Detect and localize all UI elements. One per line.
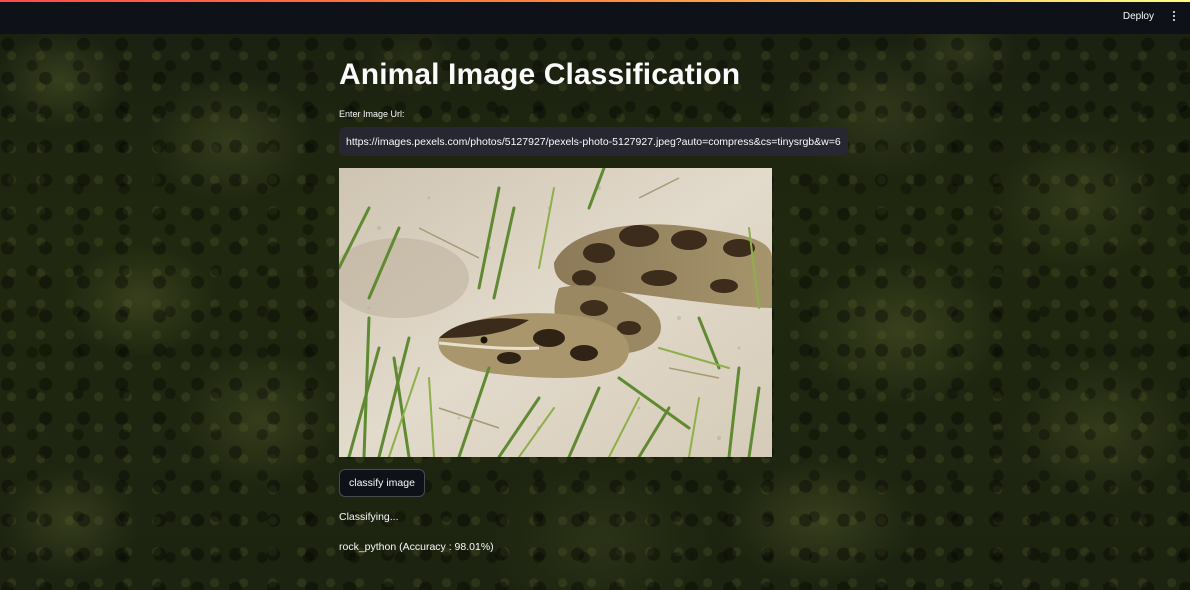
classify-image-button[interactable]: classify image — [339, 469, 425, 497]
header-accent-bar — [0, 0, 1190, 2]
classification-result: rock_python (Accuracy : 98.01%) — [339, 541, 494, 553]
status-text: Classifying... — [339, 511, 399, 523]
app-header: Deploy — [0, 0, 1190, 34]
url-input-label: Enter Image Url: — [339, 109, 405, 119]
vertical-ellipsis-icon[interactable] — [1172, 11, 1176, 23]
image-url-input[interactable] — [339, 127, 848, 156]
page-title: Animal Image Classification — [339, 58, 741, 91]
classified-image — [339, 168, 772, 457]
deploy-button[interactable]: Deploy — [1123, 9, 1154, 25]
